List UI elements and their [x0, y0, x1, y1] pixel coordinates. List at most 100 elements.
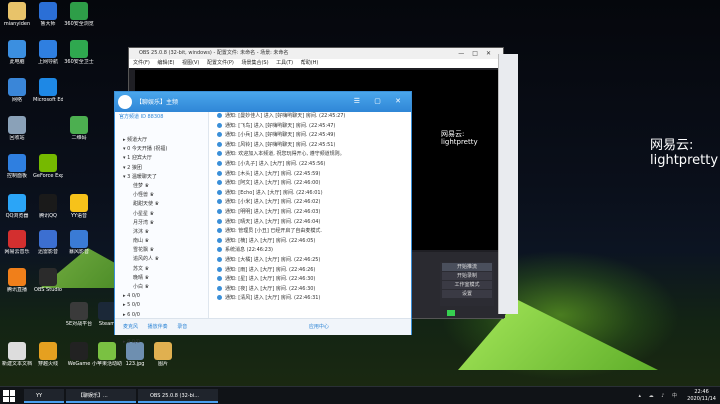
menu-profile[interactable]: 配置文件(P) [207, 60, 234, 66]
desktop-icon[interactable]: OBS Studio [33, 268, 63, 293]
channel-list[interactable]: ▸ 频道大厅 ▾ 0 今天开播 (祝福) ▾ 1 迎宾大厅 ▾ 2 狼团 ▾ 3 温暖聊… [115, 136, 209, 347]
channel-user[interactable]: 苏文 ♛ [115, 265, 209, 274]
channel-user[interactable]: 甜甜天使 ♛ [115, 200, 209, 209]
desktop-icon[interactable]: Microsoft Edge [33, 78, 63, 103]
menu-file[interactable]: 文件(F) [133, 60, 150, 66]
desktop-icon[interactable]: 暴风影音 [64, 230, 94, 255]
window-controls[interactable]: —□✕ [458, 48, 499, 59]
yy-header[interactable]: 【聊娱乐】主频 ☰ ▢ ✕ [115, 92, 411, 112]
chat-message-text: 通知: [飞鸟] 进入 [好嗨哟聊天] 房间. (22:45:47) [225, 122, 336, 129]
channel-user[interactable]: 晚晴 ♛ [115, 274, 209, 283]
desktop-icon[interactable]: 新建文本文档 [2, 342, 32, 367]
desktop-icon-label: 新建文本文档 [2, 361, 32, 367]
desktop-icon-label: 小苹果活动助手 [92, 361, 122, 367]
desktop-icon-label: 二维码 [71, 135, 87, 141]
desktop-icon-label: 暴风影音 [68, 249, 89, 255]
channel-group[interactable]: ▸ 频道大厅 [115, 136, 209, 145]
desktop-icon[interactable]: 二维码 [64, 116, 94, 141]
chat-message: 通知: [Echo] 进入 [大厅] 房间. (22:46:01) [211, 189, 411, 199]
start-recording-button[interactable]: 开始录制 [442, 272, 492, 280]
clock[interactable]: 22:46 2020/11/14 [687, 389, 716, 403]
desktop-icon[interactable]: 穿越火线 [33, 342, 63, 367]
chat-message: 通知: [小丸子] 进入 [大厅] 房间. (22:45:56) [211, 160, 411, 170]
menu-view[interactable]: 视图(V) [182, 60, 199, 66]
app-icon [39, 40, 57, 58]
desktop-icon[interactable]: 腾讯QQ [33, 194, 63, 219]
start-button[interactable] [3, 390, 15, 402]
desktop-icon[interactable]: 腾讯直播 [2, 268, 32, 293]
channel-group[interactable]: ▾ 3 温暖聊天了 [115, 173, 209, 182]
yy-logo [118, 95, 132, 109]
desktop-icon[interactable]: GeForce Experience [33, 154, 63, 179]
app-icon [8, 194, 26, 212]
desktop-icon[interactable]: 控制面板 [2, 154, 32, 179]
mic-button[interactable]: 麦克风 [123, 324, 138, 330]
start-streaming-button[interactable]: 开始推流 [442, 263, 492, 271]
desktop-icon[interactable]: WeGame [64, 342, 94, 367]
desktop-icon[interactable]: 迅雷影音 [33, 230, 63, 255]
yy-window[interactable]: 【聊娱乐】主频 ☰ ▢ ✕ 官方频道 ID 88308 ▸ 频道大厅 ▾ 0 今天… [114, 91, 412, 345]
record-button[interactable]: 录音 [177, 324, 187, 330]
studio-mode-button[interactable]: 工作室模式 [442, 281, 492, 289]
channel-user[interactable]: 佳梦 ♛ [115, 182, 209, 191]
channel-user[interactable]: 小怪兽 ♛ [115, 191, 209, 200]
desktop-icon[interactable]: 网易云音乐 [2, 230, 32, 255]
chat-message: 通知: [大橘] 进入 [大厅] 房间. (22:46:25) [211, 256, 411, 266]
menu-help[interactable]: 帮助(H) [301, 60, 319, 66]
taskbar-item-obs[interactable]: OBS 25.0.8 (32-bi... [138, 389, 218, 403]
yy-footer[interactable]: 麦克风 播放伴奏 录音 应用中心 [115, 318, 411, 335]
channel-user[interactable]: 南山 ♛ [115, 237, 209, 246]
chat-message: 通知: [飞鸟] 进入 [好嗨哟聊天] 房间. (22:45:47) [211, 122, 411, 132]
desktop-icon[interactable]: mianyiden [2, 2, 32, 27]
desktop-icon-label: WeGame [67, 361, 91, 367]
desktop-icon[interactable]: 回收站 [2, 116, 32, 141]
channel-group[interactable]: ▾ 2 狼团 [115, 164, 209, 173]
app-icon [70, 2, 88, 20]
yy-header-icons[interactable]: ☰ ▢ ✕ [354, 97, 407, 105]
taskbar-item-yy-channel[interactable]: 【聊娱乐】... [66, 389, 136, 403]
status-indicator [447, 310, 455, 316]
desktop-icon-label: 网络 [11, 97, 22, 103]
desktop-icon[interactable]: 5E对战平台 [64, 302, 94, 327]
channel-user[interactable]: 小星星 ♛ [115, 210, 209, 219]
chat-log[interactable]: 通知: [曼妙佳人] 进入 [好嗨哟聊天] 房间. (22:45:27) 通知: … [211, 112, 411, 318]
menu-tools[interactable]: 工具(T) [276, 60, 293, 66]
desktop-icon[interactable]: 上网导航 [33, 40, 63, 65]
channel-group[interactable]: ▾ 1 迎宾大厅 [115, 154, 209, 163]
yy-channel-tree[interactable]: 官方频道 ID 88308 ▸ 频道大厅 ▾ 0 今天开播 (祝福) ▾ 1 迎宾大… [115, 112, 209, 345]
channel-user[interactable]: 小白 ♛ [115, 283, 209, 292]
menu-scene-collection[interactable]: 场景集合(S) [241, 60, 268, 66]
desktop-icon[interactable]: QQ浏览器 [2, 194, 32, 219]
desktop-icon[interactable]: 360安全浏览 [64, 2, 94, 27]
system-tray[interactable]: ▴ ☁ ♪ 中 [639, 392, 680, 399]
desktop-icon[interactable]: 网络 [2, 78, 32, 103]
obs-titlebar[interactable]: OBS 25.0.8 (32-bit, windows) - 配置文件: 未命名… [129, 48, 503, 59]
menu-edit[interactable]: 编辑(E) [157, 60, 174, 66]
app-icon [8, 40, 26, 58]
channel-group[interactable]: ▸ 9 0/0 [115, 338, 209, 347]
channel-group[interactable]: ▸ 4 0/0 [115, 292, 209, 301]
settings-button[interactable]: 设置 [442, 290, 492, 298]
info-icon [217, 276, 222, 282]
desktop-icon[interactable]: 鲁大师 [33, 2, 63, 27]
desktop-icon-label: 360安全卫士 [64, 59, 94, 65]
desktop-icon[interactable]: 此电脑 [2, 40, 32, 65]
channel-user[interactable]: 月牙湾 ♛ [115, 219, 209, 228]
app-center-button[interactable]: 应用中心 [309, 324, 329, 330]
channel-user[interactable]: 沐沐 ♛ [115, 228, 209, 237]
desktop-icon[interactable]: YY语音 [64, 194, 94, 219]
chat-message-text: 通知: [大橘] 进入 [大厅] 房间. (22:46:25) [225, 256, 321, 263]
accompaniment-button[interactable]: 播放伴奏 [148, 324, 168, 330]
chat-message: 通知: 欢迎加入本频道, 祝您玩得开心, 遵守频道规则。 [211, 150, 411, 160]
channel-user[interactable]: 追风的人 ♛ [115, 255, 209, 264]
obs-controls-dock[interactable]: 开始推流 开始录制 工作室模式 设置 [440, 262, 494, 306]
channel-group[interactable]: ▸ 5 0/0 [115, 301, 209, 310]
chat-message-text: 通知: 欢迎加入本频道, 祝您玩得开心, 遵守频道规则。 [225, 151, 345, 158]
channel-group[interactable]: ▾ 0 今天开播 (祝福) [115, 145, 209, 154]
obs-menubar[interactable]: 文件(F) 编辑(E) 视图(V) 配置文件(P) 场景集合(S) 工具(T) … [129, 59, 503, 68]
info-icon [217, 266, 222, 272]
taskbar[interactable]: YY 【聊娱乐】... OBS 25.0.8 (32-bi... ▴ ☁ ♪ 中… [0, 386, 720, 404]
taskbar-item-yy[interactable]: YY [24, 389, 64, 403]
desktop-icon[interactable]: 360安全卫士 [64, 40, 94, 65]
channel-user[interactable]: 雪花飘 ♛ [115, 246, 209, 255]
